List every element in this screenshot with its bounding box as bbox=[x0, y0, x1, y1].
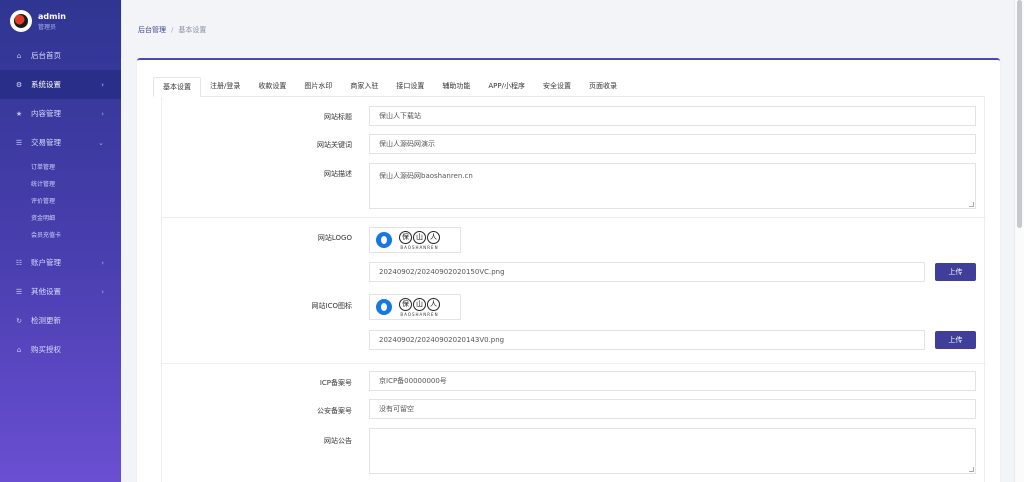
logo-char: 人 bbox=[427, 297, 440, 311]
sidebar-item-trade[interactable]: ☰ 交易管理 ⌄ bbox=[0, 128, 121, 157]
breadcrumb-home[interactable]: 后台管理 bbox=[138, 26, 166, 34]
sidebar-item-label: 其他设置 bbox=[31, 287, 61, 296]
page-scrollbar[interactable] bbox=[1014, 0, 1024, 482]
tab-register-login[interactable]: 注册/登录 bbox=[201, 77, 249, 96]
logo-char: 山 bbox=[413, 230, 426, 244]
description-textarea[interactable]: 保山人源码网baoshanren.cn bbox=[369, 163, 976, 209]
sidebar-item-label: 交易管理 bbox=[31, 138, 61, 147]
breadcrumb-current: 基本设置 bbox=[178, 26, 207, 34]
breadcrumb: 后台管理 / 基本设置 bbox=[138, 25, 206, 35]
sidebar: admin 管理员 ⌂ 后台首页 ⚙ 系统设置 › ★ 内容管理 › ☰ 交易管… bbox=[0, 0, 121, 482]
gear-icon: ⚙ bbox=[15, 80, 23, 89]
police-record-input[interactable]: 没有可留空 bbox=[369, 399, 976, 419]
logo-char: 保 bbox=[399, 230, 412, 244]
tab-image-watermark[interactable]: 图片水印 bbox=[295, 77, 341, 96]
icp-input[interactable]: 京ICP备00000000号 bbox=[369, 371, 976, 391]
trade-submenu: 订单管理 统计管理 评价管理 资金明细 会员充值卡 bbox=[0, 157, 121, 248]
chevron-down-icon: ⌄ bbox=[98, 138, 104, 147]
form-panel: 网站标题 保山人下载站 网站关键词 保山人源码网演示 网站描述 保山人源码网ba… bbox=[161, 97, 986, 482]
resize-handle-icon[interactable] bbox=[969, 202, 974, 207]
breadcrumb-separator: / bbox=[171, 26, 174, 34]
list-icon: ☰ bbox=[15, 138, 23, 147]
logo-wordmark: 保 山 人 BAOSHANREN bbox=[399, 230, 440, 250]
sidebar-subitem-reviews[interactable]: 评价管理 bbox=[0, 193, 121, 210]
list-icon: ☰ bbox=[15, 287, 23, 296]
site-title-input[interactable]: 保山人下载站 bbox=[369, 106, 976, 126]
tab-merchant-entry[interactable]: 商家入驻 bbox=[341, 77, 387, 96]
tab-auxiliary[interactable]: 辅助功能 bbox=[433, 77, 479, 96]
home-icon: ⌂ bbox=[16, 345, 22, 354]
logo-char: 保 bbox=[399, 297, 412, 311]
avatar[interactable] bbox=[10, 9, 32, 32]
scrollbar-thumb[interactable] bbox=[1017, 0, 1022, 228]
users-icon: ☷ bbox=[15, 258, 23, 267]
section-divider bbox=[162, 363, 986, 364]
settings-tabs: 基本设置 注册/登录 收款设置 图片水印 商家入驻 接口设置 辅助功能 APP/… bbox=[153, 77, 985, 97]
description-label: 网站描述 bbox=[324, 170, 352, 178]
logo-char: 人 bbox=[427, 230, 440, 244]
ico-path-input[interactable]: 20240902/20240902020143V0.png bbox=[369, 330, 925, 350]
home-icon: ⌂ bbox=[16, 51, 22, 60]
site-title-label: 网站标题 bbox=[324, 113, 352, 121]
tab-basic-settings[interactable]: 基本设置 bbox=[153, 77, 201, 97]
keywords-label: 网站关键词 bbox=[317, 141, 352, 149]
ico-label: 网站ICO图标 bbox=[311, 302, 352, 310]
notice-textarea[interactable] bbox=[369, 428, 976, 474]
sidebar-subitem-recharge-cards[interactable]: 会员充值卡 bbox=[0, 227, 121, 244]
topbar: 后台管理 / 基本设置 bbox=[121, 0, 1024, 58]
tab-security-settings[interactable]: 安全设置 bbox=[534, 77, 580, 96]
sidebar-item-label: 后台首页 bbox=[31, 51, 61, 60]
brand-mark-icon bbox=[376, 232, 392, 248]
sidebar-subitem-funds[interactable]: 资金明细 bbox=[0, 210, 121, 227]
sidebar-item-label: 购买授权 bbox=[31, 345, 61, 354]
logo-subtext: BAOSHANREN bbox=[400, 311, 439, 317]
tab-payment-settings[interactable]: 收款设置 bbox=[249, 77, 295, 96]
notice-label: 网站公告 bbox=[324, 437, 352, 445]
keywords-input[interactable]: 保山人源码网演示 bbox=[369, 134, 976, 154]
sidebar-subitem-stats[interactable]: 统计管理 bbox=[0, 176, 121, 193]
upload-logo-button[interactable]: 上传 bbox=[935, 263, 976, 281]
sidebar-item-accounts[interactable]: ☷ 账户管理 › bbox=[0, 248, 121, 277]
police-record-label: 公安备案号 bbox=[317, 407, 352, 415]
star-icon: ★ bbox=[15, 109, 23, 118]
settings-card: 基本设置 注册/登录 收款设置 图片水印 商家入驻 接口设置 辅助功能 APP/… bbox=[137, 58, 1000, 482]
sidebar-item-label: 检测更新 bbox=[31, 316, 61, 325]
refresh-icon: ↻ bbox=[16, 316, 22, 325]
logo-preview: 保 山 人 BAOSHANREN bbox=[369, 227, 461, 253]
sidebar-item-content[interactable]: ★ 内容管理 › bbox=[0, 99, 121, 128]
upload-ico-button[interactable]: 上传 bbox=[935, 331, 976, 349]
tab-page-indexing[interactable]: 页面收录 bbox=[580, 77, 626, 96]
description-text: 保山人源码网baoshanren.cn bbox=[379, 172, 473, 180]
sidebar-item-label: 系统设置 bbox=[31, 80, 61, 89]
icp-label: ICP备案号 bbox=[319, 379, 352, 387]
sidebar-item-other-settings[interactable]: ☰ 其他设置 › bbox=[0, 277, 121, 306]
sidebar-nav: ⌂ 后台首页 ⚙ 系统设置 › ★ 内容管理 › ☰ 交易管理 ⌄ 订单管理 统… bbox=[0, 41, 121, 364]
chevron-right-icon: › bbox=[101, 258, 104, 267]
resize-handle-icon[interactable] bbox=[969, 467, 974, 472]
sidebar-item-home[interactable]: ⌂ 后台首页 bbox=[0, 41, 121, 70]
sidebar-item-label: 内容管理 bbox=[31, 109, 61, 118]
ico-preview: 保 山 人 BAOSHANREN bbox=[369, 294, 461, 320]
sidebar-item-system-settings[interactable]: ⚙ 系统设置 › bbox=[0, 70, 121, 99]
sidebar-subitem-orders[interactable]: 订单管理 bbox=[0, 159, 121, 176]
sidebar-item-check-update[interactable]: ↻ 检测更新 bbox=[0, 306, 121, 335]
chevron-right-icon: › bbox=[101, 109, 104, 118]
logo-label: 网站LOGO bbox=[317, 234, 352, 242]
user-name: admin bbox=[38, 11, 66, 21]
chevron-right-icon: › bbox=[101, 287, 104, 296]
sidebar-item-label: 账户管理 bbox=[31, 258, 61, 267]
logo-wordmark: 保 山 人 BAOSHANREN bbox=[399, 297, 440, 317]
sidebar-item-buy-license[interactable]: ⌂ 购买授权 bbox=[0, 335, 121, 364]
user-role: 管理员 bbox=[38, 23, 57, 31]
logo-path-input[interactable]: 20240902/20240902020150VC.png bbox=[369, 262, 925, 282]
logo-char: 山 bbox=[413, 297, 426, 311]
logo-subtext: BAOSHANREN bbox=[400, 244, 439, 250]
tab-api-settings[interactable]: 接口设置 bbox=[387, 77, 433, 96]
section-divider bbox=[162, 217, 986, 218]
chevron-right-icon: › bbox=[101, 80, 104, 89]
brand-mark-icon bbox=[376, 299, 392, 315]
user-panel: admin 管理员 bbox=[0, 0, 121, 41]
tab-app-miniprogram[interactable]: APP/小程序 bbox=[479, 77, 534, 96]
